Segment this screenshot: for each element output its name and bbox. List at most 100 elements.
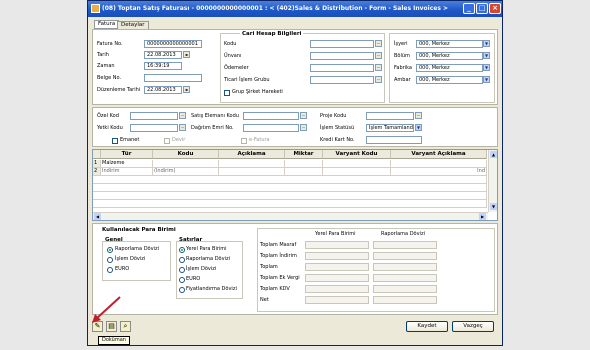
cancel-button[interactable]: Vazgeç bbox=[452, 321, 494, 332]
bolum-select[interactable]: 000, Merkez bbox=[416, 52, 483, 60]
chevron-down-icon[interactable]: ▼ bbox=[415, 124, 422, 131]
ozel-kod-field[interactable] bbox=[130, 112, 178, 120]
satirlar-radio-fiyat[interactable] bbox=[179, 287, 185, 293]
invoice-window: (08) Toptan Satış Faturası - 00000000000… bbox=[87, 0, 503, 346]
table-row[interactable] bbox=[93, 184, 487, 192]
yetki-kodu-field[interactable] bbox=[130, 124, 178, 132]
genel-radio-raporlama[interactable] bbox=[107, 247, 113, 253]
calendar-icon[interactable]: ▪ bbox=[183, 51, 190, 58]
lookup-icon[interactable]: ··· bbox=[415, 112, 422, 119]
save-button[interactable]: Kaydet bbox=[406, 321, 448, 332]
satirlar-radio-islem[interactable] bbox=[179, 267, 185, 273]
title-bar: (08) Toptan Satış Faturası - 00000000000… bbox=[88, 1, 502, 17]
lines-grid[interactable]: Tür Kodu Açıklama Miktar Varyant Kodu Va… bbox=[92, 149, 498, 221]
col-header-tur[interactable]: Tür bbox=[101, 150, 153, 159]
total-value bbox=[373, 241, 437, 249]
grid-cell[interactable]: İnd bbox=[391, 168, 487, 176]
fatura-no-field[interactable]: 0000000000000001 bbox=[144, 40, 202, 48]
scroll-down-icon[interactable]: ▼ bbox=[490, 203, 497, 210]
fatura-no-label: Fatura No. bbox=[97, 41, 123, 47]
fabrika-select[interactable]: 000, Merkez bbox=[416, 64, 483, 72]
lookup-icon[interactable]: ··· bbox=[179, 112, 186, 119]
grid-cell[interactable] bbox=[323, 168, 391, 176]
totals-col-yerel: Yerel Para Birimi bbox=[315, 231, 356, 237]
zaman-field[interactable]: 16:39:19 bbox=[144, 62, 182, 70]
devir-checkbox[interactable] bbox=[164, 138, 170, 144]
chevron-down-icon[interactable]: ▼ bbox=[483, 64, 490, 71]
satirlar-radio-euro[interactable] bbox=[179, 277, 185, 283]
col-header-aciklama[interactable]: Açıklama bbox=[219, 150, 285, 159]
grid-cell-tur[interactable]: Malzeme bbox=[101, 160, 153, 168]
horizontal-scrollbar[interactable]: ◀ ▶ bbox=[93, 212, 488, 220]
tooltip: Doküman bbox=[98, 336, 130, 345]
grup-checkbox[interactable] bbox=[224, 90, 230, 96]
efatura-checkbox[interactable] bbox=[241, 138, 247, 144]
col-header-kodu[interactable]: Kodu bbox=[153, 150, 219, 159]
islem-statusu-label: İşlem Statüsü bbox=[320, 125, 355, 131]
table-row[interactable] bbox=[93, 192, 487, 200]
maximize-button[interactable]: □ bbox=[476, 3, 488, 14]
lookup-icon[interactable]: ··· bbox=[375, 76, 382, 83]
table-row[interactable] bbox=[93, 176, 487, 184]
cari-unvani-field[interactable] bbox=[310, 52, 374, 60]
emanet-checkbox[interactable] bbox=[112, 138, 118, 144]
lookup-icon[interactable]: ··· bbox=[375, 52, 382, 59]
grid-cell[interactable] bbox=[285, 168, 323, 176]
row-number: 2 bbox=[93, 168, 101, 176]
satis-eleman-label: Satış Elemanı Kodu bbox=[191, 113, 239, 119]
islem-statusu-select[interactable]: İşlem Tamamlandı bbox=[366, 124, 414, 132]
calendar-icon[interactable]: ▪ bbox=[183, 86, 190, 93]
scroll-left-icon[interactable]: ◀ bbox=[94, 213, 101, 220]
scroll-right-icon[interactable]: ▶ bbox=[479, 213, 486, 220]
genel-radio-islem[interactable] bbox=[107, 257, 113, 263]
grid-cell-kodu[interactable] bbox=[153, 160, 219, 168]
belge-no-field[interactable] bbox=[144, 74, 202, 82]
proje-kodu-field[interactable] bbox=[366, 112, 414, 120]
total-label: Net bbox=[260, 297, 269, 303]
grid-cell[interactable] bbox=[285, 160, 323, 168]
duzenleme-field[interactable]: 22.08.2013 bbox=[144, 86, 182, 94]
ticari-field[interactable] bbox=[310, 76, 374, 84]
col-header-varyant-kodu[interactable]: Varyant Kodu bbox=[323, 150, 391, 159]
isyeri-select[interactable]: 000, Merkez bbox=[416, 40, 483, 48]
close-button[interactable]: × bbox=[489, 3, 501, 14]
satirlar-radio-raporlama[interactable] bbox=[179, 257, 185, 263]
ambar-select[interactable]: 000, Merkez bbox=[416, 76, 483, 84]
satis-eleman-field[interactable] bbox=[243, 112, 299, 120]
col-header-miktar[interactable]: Miktar bbox=[285, 150, 323, 159]
chevron-down-icon[interactable]: ▼ bbox=[483, 76, 490, 83]
dagitim-field[interactable] bbox=[243, 124, 299, 132]
total-label: Toplam Masraf bbox=[260, 242, 297, 248]
dagitim-label: Dağıtım Emri No. bbox=[191, 125, 234, 131]
scroll-up-icon[interactable]: ▲ bbox=[490, 151, 497, 158]
kredi-kart-field[interactable] bbox=[366, 136, 422, 144]
grid-cell-tur[interactable]: İndirim bbox=[101, 168, 153, 176]
ambar-label: Ambar bbox=[394, 77, 411, 83]
grid-cell[interactable] bbox=[219, 160, 285, 168]
lookup-icon[interactable]: ··· bbox=[300, 112, 307, 119]
grid-cell[interactable] bbox=[391, 160, 487, 168]
chevron-down-icon[interactable]: ▼ bbox=[483, 40, 490, 47]
total-value bbox=[373, 285, 437, 293]
grid-cell[interactable] bbox=[219, 168, 285, 176]
grid-cell[interactable] bbox=[323, 160, 391, 168]
lookup-icon[interactable]: ··· bbox=[375, 40, 382, 47]
cari-kodu-field[interactable] bbox=[310, 40, 374, 48]
chevron-down-icon[interactable]: ▼ bbox=[483, 52, 490, 59]
devir-label: Devir bbox=[172, 137, 186, 143]
table-row[interactable] bbox=[93, 200, 487, 208]
genel-radio-euro[interactable] bbox=[107, 267, 113, 273]
minimize-button[interactable]: _ bbox=[463, 3, 475, 14]
odemeler-field[interactable] bbox=[310, 64, 374, 72]
vertical-scrollbar[interactable]: ▲ ▼ bbox=[488, 150, 497, 212]
satirlar-radio-yerel[interactable] bbox=[179, 247, 185, 253]
lookup-icon[interactable]: ··· bbox=[179, 124, 186, 131]
total-value bbox=[305, 252, 369, 260]
tab-fatura[interactable]: Fatura bbox=[94, 20, 120, 29]
col-header-varyant-aciklama[interactable]: Varyant Açıklama bbox=[391, 150, 487, 159]
lookup-icon[interactable]: ··· bbox=[375, 64, 382, 71]
tarih-field[interactable]: 22.08.2013 bbox=[144, 51, 182, 59]
grid-cell-kodu[interactable]: (İndirim) bbox=[153, 168, 219, 176]
lookup-icon[interactable]: ··· bbox=[300, 124, 307, 131]
row-number: 1 bbox=[93, 160, 101, 168]
